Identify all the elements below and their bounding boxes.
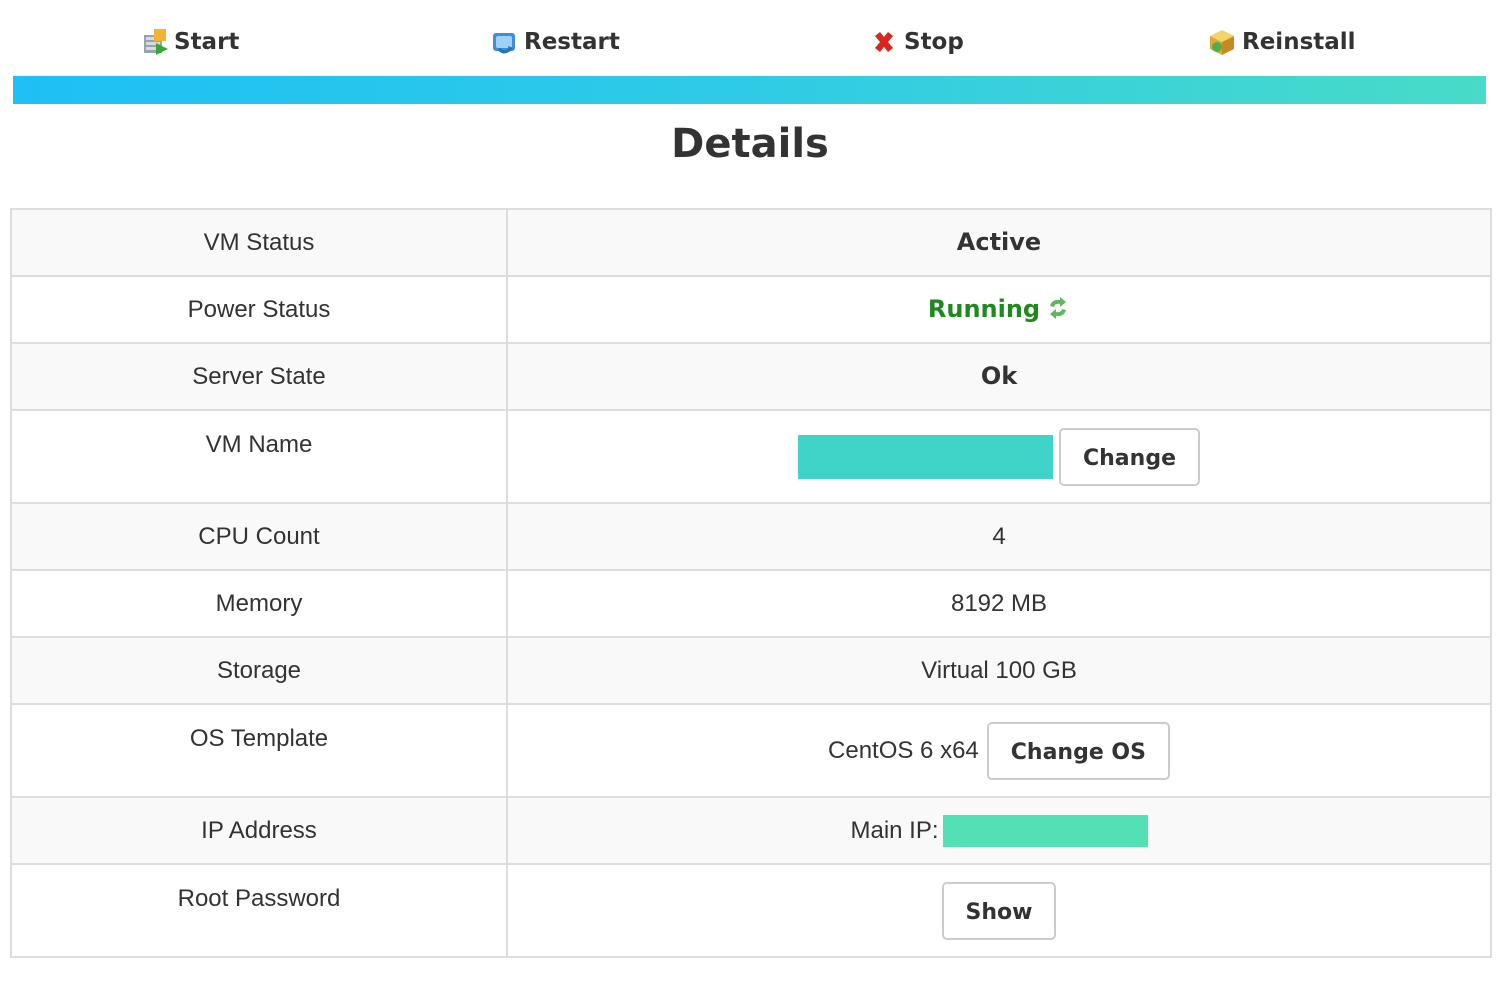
details-table: VM Status Active Power Status Running Se… <box>10 208 1492 958</box>
change-vm-name-button[interactable]: Change <box>1059 427 1200 486</box>
power-status-label: Power Status <box>10 275 508 344</box>
restart-button[interactable]: Restart <box>490 24 620 60</box>
table-row-cpu-count: CPU Count 4 <box>10 502 1492 571</box>
ip-address-label: IP Address <box>10 796 508 865</box>
table-row-vm-name: VM Name Change <box>10 409 1492 504</box>
vm-name-redacted-block <box>798 434 1053 479</box>
cpu-count-value: 4 <box>506 502 1492 571</box>
storage-value: Virtual 100 GB <box>506 636 1492 705</box>
action-bar: Start Restart Stop Reinstall <box>0 0 1500 76</box>
show-password-button[interactable]: Show <box>941 881 1057 940</box>
cpu-count-label: CPU Count <box>10 502 508 571</box>
start-label: Start <box>174 29 240 55</box>
memory-value: 8192 MB <box>506 569 1492 638</box>
page-title: Details <box>671 121 829 167</box>
server-state-value-cell: Ok <box>506 342 1492 411</box>
vm-status-value-cell: Active <box>506 208 1492 277</box>
stop-button[interactable]: Stop <box>870 24 964 60</box>
refresh-arrows-icon <box>1046 295 1070 321</box>
server-state-value: Ok <box>980 362 1018 390</box>
root-password-value-cell: Show <box>506 863 1492 958</box>
accent-gradient-bar <box>13 76 1486 104</box>
reinstall-button[interactable]: Reinstall <box>1208 24 1356 60</box>
os-template-value: CentOS 6 x64 <box>828 736 979 764</box>
change-os-button[interactable]: Change OS <box>986 721 1170 780</box>
table-row-ip-address: IP Address Main IP: <box>10 796 1492 865</box>
table-row-vm-status: VM Status Active <box>10 208 1492 277</box>
start-server-icon <box>140 27 168 57</box>
memory-label: Memory <box>10 569 508 638</box>
table-row-memory: Memory 8192 MB <box>10 569 1492 638</box>
main-ip-prefix: Main IP: <box>850 816 939 844</box>
start-button[interactable]: Start <box>140 24 239 60</box>
ip-address-value-cell: Main IP: <box>506 796 1492 865</box>
table-row-power-status: Power Status Running <box>10 275 1492 344</box>
restart-icon <box>490 27 518 57</box>
table-row-server-state: Server State Ok <box>10 342 1492 411</box>
vm-name-value-cell: Change <box>506 409 1492 504</box>
power-status-value-cell: Running <box>506 275 1492 344</box>
table-row-root-password: Root Password Show <box>10 863 1492 958</box>
server-state-label: Server State <box>10 342 508 411</box>
power-status-value: Running <box>927 295 1041 323</box>
table-row-os-template: OS Template CentOS 6 x64 Change OS <box>10 703 1492 798</box>
package-box-icon <box>1208 27 1236 57</box>
restart-label: Restart <box>524 29 620 55</box>
reinstall-label: Reinstall <box>1242 29 1356 55</box>
storage-label: Storage <box>10 636 508 705</box>
stop-x-icon <box>870 27 898 57</box>
vm-name-label: VM Name <box>10 409 508 504</box>
root-password-label: Root Password <box>10 863 508 958</box>
vm-status-value: Active <box>956 228 1042 256</box>
stop-label: Stop <box>904 29 964 55</box>
vm-status-label: VM Status <box>10 208 508 277</box>
ip-redacted-block <box>942 814 1148 847</box>
os-template-value-cell: CentOS 6 x64 Change OS <box>506 703 1492 798</box>
os-template-label: OS Template <box>10 703 508 798</box>
table-row-storage: Storage Virtual 100 GB <box>10 636 1492 705</box>
